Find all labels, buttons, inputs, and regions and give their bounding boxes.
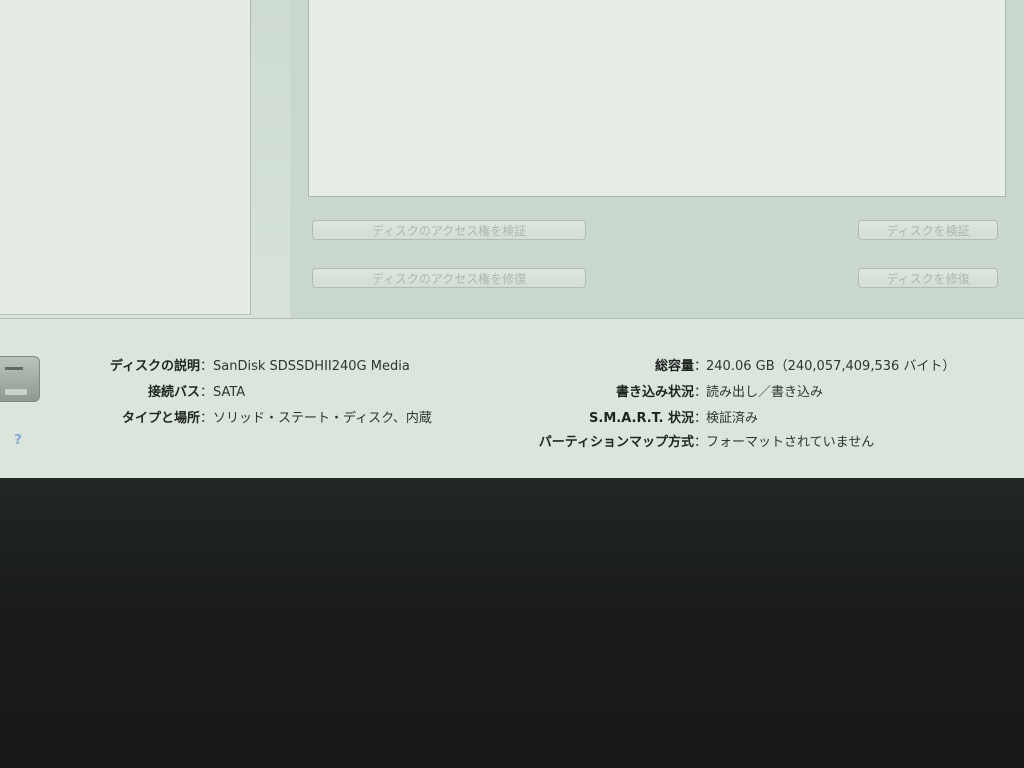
capacity-label: 総容量	[654, 359, 694, 374]
smart-status-value: 検証済み	[706, 411, 759, 426]
internal-disk-icon	[0, 356, 40, 402]
partition-label: パーティションマップ方式	[538, 435, 694, 450]
partition-value: フォーマットされていません	[706, 435, 875, 450]
help-icon[interactable]: ?	[9, 432, 27, 450]
monitor-bezel	[0, 478, 1024, 768]
separator: ：	[200, 385, 214, 400]
repair-permissions-button[interactable]: ディスクのアクセス権を修復	[312, 268, 586, 288]
verify-permissions-button[interactable]: ディスクのアクセス権を検証	[312, 220, 586, 240]
smart-status-label: S.M.A.R.T. 状況	[589, 411, 694, 426]
separator: ：	[200, 411, 214, 426]
disk-utility-window: ディスクのアクセス権を検証 ディスクのアクセス権を修復 ディスクを検証 ディスク…	[0, 0, 1024, 478]
description-value: SanDisk SDSSDHII240G Media	[213, 359, 410, 374]
description-label: ディスクの説明	[109, 359, 200, 374]
bus-label: 接続バス	[147, 385, 200, 400]
type-value: ソリッド・ステート・ディスク、内蔵	[213, 411, 432, 426]
write-status-value: 読み出し／書き込み	[706, 385, 824, 400]
type-label: タイプと場所	[121, 411, 200, 426]
capacity-value: 240.06 GB（240,057,409,536 バイト）	[706, 359, 956, 374]
disk-list-sidebar[interactable]	[0, 0, 251, 315]
separator: ：	[200, 359, 214, 374]
first-aid-log-area[interactable]	[308, 0, 1006, 197]
bus-value: SATA	[213, 385, 246, 400]
write-status-label: 書き込み状況	[615, 385, 694, 400]
verify-disk-button[interactable]: ディスクを検証	[858, 220, 998, 240]
repair-disk-button[interactable]: ディスクを修復	[858, 268, 998, 288]
